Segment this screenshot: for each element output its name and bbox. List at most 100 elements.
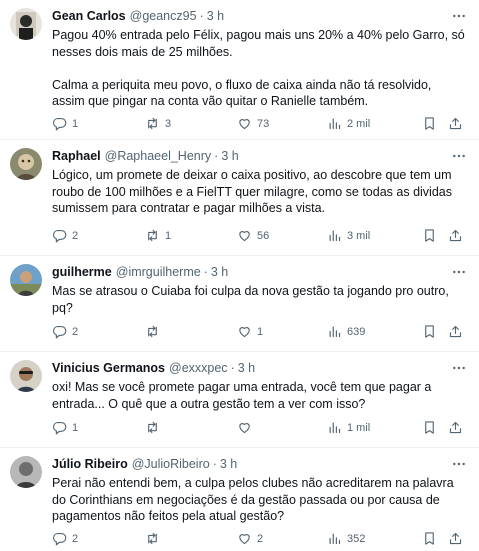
reply-count: 1: [72, 117, 79, 130]
views-count: 1 mil: [347, 421, 371, 434]
like-count: 1: [257, 325, 264, 338]
views-count: 639: [347, 325, 366, 338]
views-icon: [329, 326, 341, 338]
repost-button[interactable]: 3: [145, 116, 171, 131]
reply-button[interactable]: 2: [52, 228, 78, 243]
tweet-text: Mas se atrasou o Cuiaba foi culpa da nov…: [52, 284, 449, 315]
more-icon[interactable]: [451, 456, 467, 472]
reply-count: 2: [72, 532, 79, 545]
repost-icon: [148, 421, 157, 434]
views-icon: [329, 422, 341, 434]
more-icon[interactable]: [451, 8, 467, 24]
repost-button[interactable]: [145, 324, 165, 339]
views-button[interactable]: 352: [327, 531, 365, 546]
like-icon: [239, 231, 250, 242]
timestamp[interactable]: 3 h: [221, 149, 238, 163]
share-icon[interactable]: [448, 531, 463, 546]
like-button[interactable]: 56: [237, 228, 269, 243]
bookmark-icon[interactable]: [422, 116, 437, 131]
reply-button[interactable]: 2: [52, 324, 78, 339]
views-icon: [329, 118, 341, 130]
repost-button[interactable]: [145, 531, 165, 546]
repost-icon: [148, 325, 157, 338]
views-count: 2 mil: [347, 117, 371, 130]
reply-icon: [53, 117, 67, 131]
like-count: 2: [257, 532, 264, 545]
repost-button[interactable]: 1: [145, 228, 171, 243]
user-handle[interactable]: @geancz95: [130, 9, 197, 23]
more-icon[interactable]: [451, 148, 467, 164]
share-icon[interactable]: [448, 228, 463, 243]
bookmark-icon[interactable]: [422, 420, 437, 435]
user-handle[interactable]: @exxxpec: [169, 361, 228, 375]
tweet-text: Perai não entendi bem, a culpa pelos clu…: [52, 476, 454, 523]
like-button[interactable]: 1: [237, 324, 263, 339]
like-count: 73: [257, 117, 270, 130]
like-icon: [239, 327, 250, 338]
like-count: 56: [257, 229, 270, 242]
repost-icon: [148, 532, 157, 545]
views-icon: [329, 533, 341, 545]
like-icon: [239, 423, 250, 434]
like-button[interactable]: 73: [237, 116, 269, 131]
reply-count: 2: [72, 229, 79, 242]
repost-icon: [148, 117, 157, 130]
timestamp[interactable]: 3 h: [207, 9, 224, 23]
timestamp[interactable]: 3 h: [220, 457, 237, 471]
more-icon[interactable]: [451, 360, 467, 376]
reply-button[interactable]: 1: [52, 420, 78, 435]
tweet[interactable]: Raphael @Raphaeel_Henry · 3 h Lógico, um…: [0, 140, 479, 256]
display-name[interactable]: Raphael: [52, 149, 101, 163]
user-handle[interactable]: @JulioRibeiro: [132, 457, 210, 471]
views-button[interactable]: 639: [327, 324, 365, 339]
repost-button[interactable]: [145, 420, 165, 435]
display-name[interactable]: guilherme: [52, 265, 112, 279]
timestamp[interactable]: 3 h: [211, 265, 228, 279]
share-icon[interactable]: [448, 420, 463, 435]
reply-icon: [53, 421, 67, 435]
tweet-text: Lógico, um promete de deixar o caixa pos…: [52, 168, 452, 215]
reply-feed: Gean Carlos @geancz95 · 3 h Pagou 40% en…: [0, 0, 479, 551]
tweet[interactable]: guilherme @imrguilherme · 3 h Mas se atr…: [0, 256, 479, 352]
tweet[interactable]: Vinicius Germanos @exxxpec · 3 h oxi! Ma…: [0, 352, 479, 448]
more-icon[interactable]: [451, 264, 467, 280]
views-button[interactable]: 3 mil: [327, 228, 370, 243]
display-name[interactable]: Júlio Ribeiro: [52, 457, 128, 471]
avatar[interactable]: [10, 456, 42, 488]
views-icon: [329, 230, 341, 242]
share-icon[interactable]: [448, 116, 463, 131]
like-button[interactable]: [237, 420, 257, 435]
reply-button[interactable]: 2: [52, 531, 78, 546]
reply-button[interactable]: 1: [52, 116, 78, 131]
bookmark-icon[interactable]: [422, 324, 437, 339]
views-count: 352: [347, 532, 366, 545]
like-icon: [239, 119, 250, 130]
user-handle[interactable]: @imrguilherme: [116, 265, 201, 279]
display-name[interactable]: Vinicius Germanos: [52, 361, 165, 375]
timestamp[interactable]: 3 h: [238, 361, 255, 375]
avatar[interactable]: [10, 148, 42, 180]
bookmark-icon[interactable]: [422, 228, 437, 243]
share-icon[interactable]: [448, 324, 463, 339]
avatar[interactable]: [10, 8, 42, 40]
bookmark-icon[interactable]: [422, 531, 437, 546]
views-button[interactable]: 2 mil: [327, 116, 370, 131]
repost-count: 3: [165, 117, 172, 130]
reply-icon: [53, 229, 67, 243]
like-button[interactable]: 2: [237, 531, 263, 546]
like-icon: [239, 534, 250, 545]
views-count: 3 mil: [347, 229, 371, 242]
repost-count: 1: [165, 229, 172, 242]
user-handle[interactable]: @Raphaeel_Henry: [105, 149, 212, 163]
reply-icon: [53, 532, 67, 546]
reply-count: 2: [72, 325, 79, 338]
display-name[interactable]: Gean Carlos: [52, 9, 126, 23]
reply-count: 1: [72, 421, 79, 434]
repost-icon: [148, 229, 157, 242]
avatar[interactable]: [10, 360, 42, 392]
tweet[interactable]: Júlio Ribeiro @JulioRibeiro · 3 h Perai …: [0, 448, 479, 551]
tweet[interactable]: Gean Carlos @geancz95 · 3 h Pagou 40% en…: [0, 0, 479, 140]
views-button[interactable]: 1 mil: [327, 420, 370, 435]
tweet-text: Pagou 40% entrada pelo Félix, pagou mais…: [52, 28, 465, 108]
avatar[interactable]: [10, 264, 42, 296]
